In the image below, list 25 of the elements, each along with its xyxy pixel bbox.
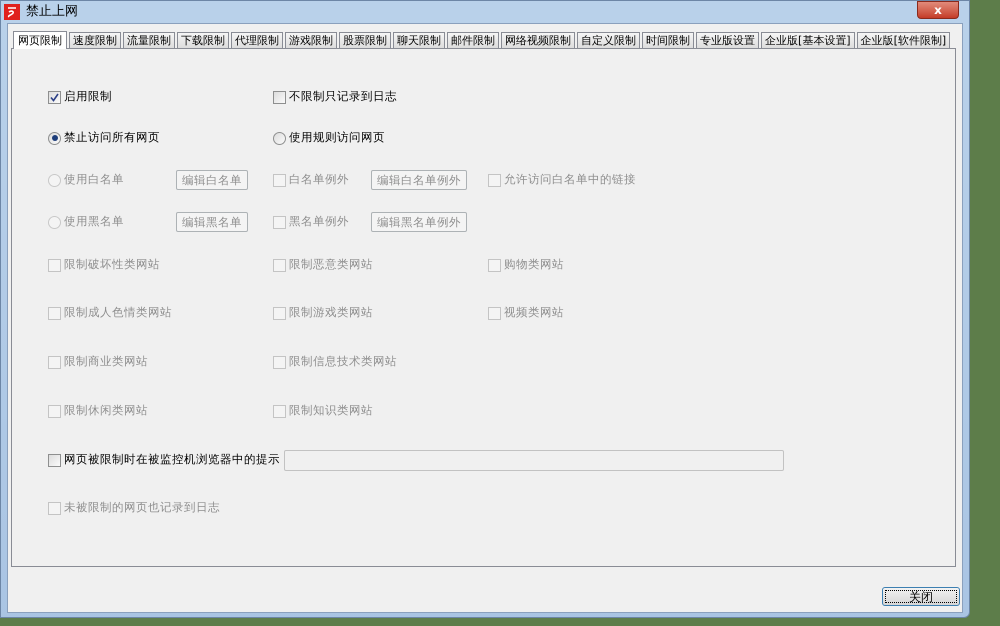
- tab[interactable]: 下载限制: [177, 32, 229, 48]
- tab[interactable]: 企业版[基本设置]: [761, 32, 855, 48]
- tab[interactable]: 速度限制: [69, 32, 121, 48]
- tab[interactable]: 聊天限制: [393, 32, 445, 48]
- tab[interactable]: 时间限制: [642, 32, 694, 48]
- tab[interactable]: 代理限制: [231, 32, 283, 48]
- tab[interactable]: 邮件限制: [447, 32, 499, 48]
- radio-button[interactable]: 禁止访问所有网页: [48, 129, 160, 147]
- check-icon: [50, 92, 59, 102]
- tab[interactable]: 网络视频限制: [501, 32, 575, 48]
- checkbox[interactable]: 网页被限制时在被监控机浏览器中的提示: [48, 451, 280, 469]
- checkbox[interactable]: 不限制只记录到日志: [273, 88, 397, 106]
- tab[interactable]: 网页限制: [13, 31, 67, 49]
- tab[interactable]: 企业版[软件限制]: [856, 32, 950, 48]
- tab[interactable]: 专业版设置: [696, 32, 759, 48]
- tab[interactable]: 股票限制: [339, 32, 391, 48]
- tab[interactable]: 游戏限制: [285, 32, 337, 48]
- tab[interactable]: 自定义限制: [577, 32, 640, 48]
- app-logo-icon: [4, 4, 20, 20]
- tab[interactable]: 流量限制: [123, 32, 175, 48]
- close-button[interactable]: 关闭: [882, 587, 960, 606]
- close-button[interactable]: x: [917, 1, 959, 19]
- checkbox[interactable]: 启用限制: [48, 88, 112, 106]
- radio-button[interactable]: 使用规则访问网页: [273, 129, 385, 147]
- window-title: 禁止上网: [26, 3, 78, 22]
